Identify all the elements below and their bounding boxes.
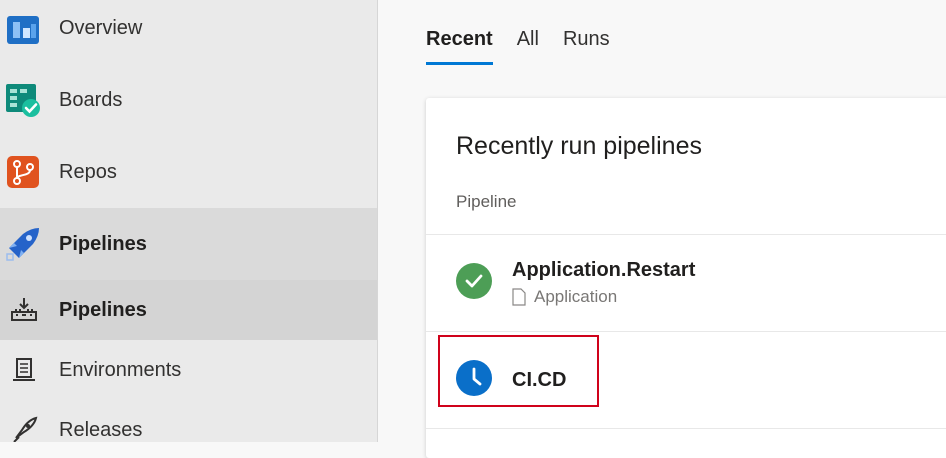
recent-pipelines-card: Recently run pipelines Pipeline Applicat…	[426, 98, 946, 458]
main-content: Recent All Runs Recently run pipelines P…	[378, 0, 946, 458]
sidebar-item-label: Overview	[59, 16, 143, 39]
sidebar: Overview Boards Repos Pipelines Pipeline…	[0, 0, 378, 442]
pipeline-name[interactable]: Application.Restart	[512, 259, 695, 282]
pipelines-sub-icon	[10, 296, 38, 324]
file-icon	[512, 288, 526, 306]
column-header-pipeline: Pipeline	[456, 192, 517, 211]
highlight-box	[438, 335, 599, 407]
sidebar-item-repos[interactable]: Repos	[0, 136, 377, 208]
sidebar-subitem-releases[interactable]: Releases	[0, 400, 377, 442]
sidebar-item-label: Pipelines	[59, 232, 147, 255]
sidebar-item-boards[interactable]: Boards	[0, 64, 377, 136]
repos-icon	[5, 154, 41, 190]
divider	[426, 428, 946, 429]
sidebar-item-label: Environments	[59, 358, 182, 381]
sidebar-subitem-environments[interactable]: Environments	[0, 340, 377, 400]
sidebar-item-label: Repos	[59, 160, 117, 183]
pipeline-folder: Application	[512, 287, 617, 307]
sidebar-subitem-pipelines[interactable]: Pipelines	[0, 280, 377, 340]
boards-icon	[5, 82, 41, 118]
tab-recent[interactable]: Recent	[426, 28, 493, 65]
releases-icon	[10, 416, 38, 442]
sidebar-item-overview[interactable]: Overview	[0, 0, 377, 64]
pipelines-icon	[5, 226, 41, 262]
tab-bar: Recent All Runs	[426, 28, 634, 65]
overview-icon	[5, 10, 41, 46]
tab-runs[interactable]: Runs	[563, 28, 610, 65]
sidebar-item-label: Releases	[59, 418, 143, 441]
card-title: Recently run pipelines	[456, 132, 702, 160]
sidebar-item-label: Boards	[59, 88, 123, 111]
pipeline-folder-label: Application	[534, 287, 618, 306]
sidebar-item-pipelines[interactable]: Pipelines	[0, 208, 377, 280]
pipeline-row[interactable]: Application.Restart Application	[426, 235, 946, 331]
tab-all[interactable]: All	[517, 28, 539, 65]
sidebar-item-label: Pipelines	[59, 298, 147, 321]
success-status-icon	[456, 263, 492, 299]
environments-icon	[10, 356, 38, 384]
